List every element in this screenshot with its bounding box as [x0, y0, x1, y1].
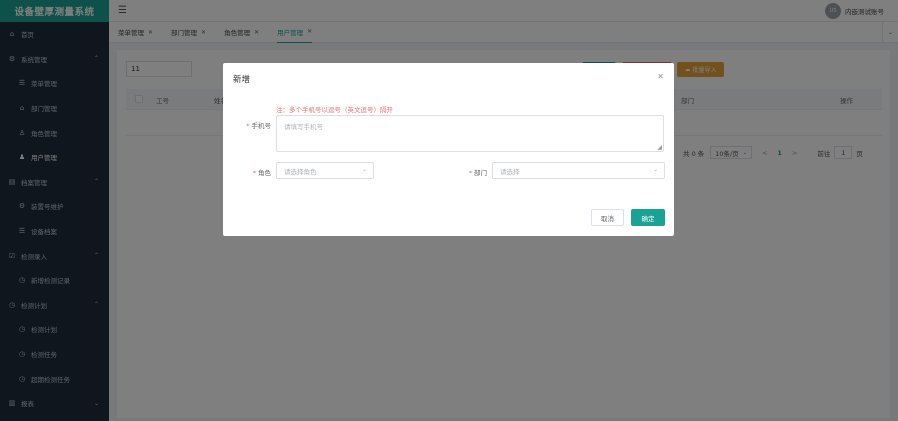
- cancel-button[interactable]: 取消: [591, 209, 624, 226]
- confirm-button[interactable]: 确定: [631, 209, 665, 226]
- resize-handle-icon[interactable]: ◢: [657, 144, 662, 151]
- department-placeholder: 请选择: [500, 167, 520, 176]
- department-label: * 部门: [468, 169, 487, 177]
- department-select[interactable]: 请选择 ⌄: [492, 162, 665, 179]
- chevron-down-icon: ⌄: [652, 166, 658, 173]
- add-user-dialog: 新增 ✕ 注：多个手机号以逗号（英文逗号）隔开 * 手机号 请填写手机号 ◢ * 角…: [223, 63, 674, 236]
- phone-textarea[interactable]: 请填写手机号 ◢: [276, 115, 664, 152]
- close-icon[interactable]: ✕: [657, 72, 664, 81]
- role-label: * 角色: [252, 169, 271, 177]
- phone-label: * 手机号: [246, 122, 271, 130]
- role-placeholder: 请选择角色: [284, 167, 317, 176]
- phone-placeholder: 请填写手机号: [284, 123, 323, 131]
- dialog-title: 新增: [233, 75, 251, 85]
- phone-note: 注：多个手机号以逗号（英文逗号）隔开: [276, 106, 393, 114]
- chevron-down-icon: ⌄: [361, 166, 367, 173]
- role-select[interactable]: 请选择角色 ⌄: [276, 162, 374, 179]
